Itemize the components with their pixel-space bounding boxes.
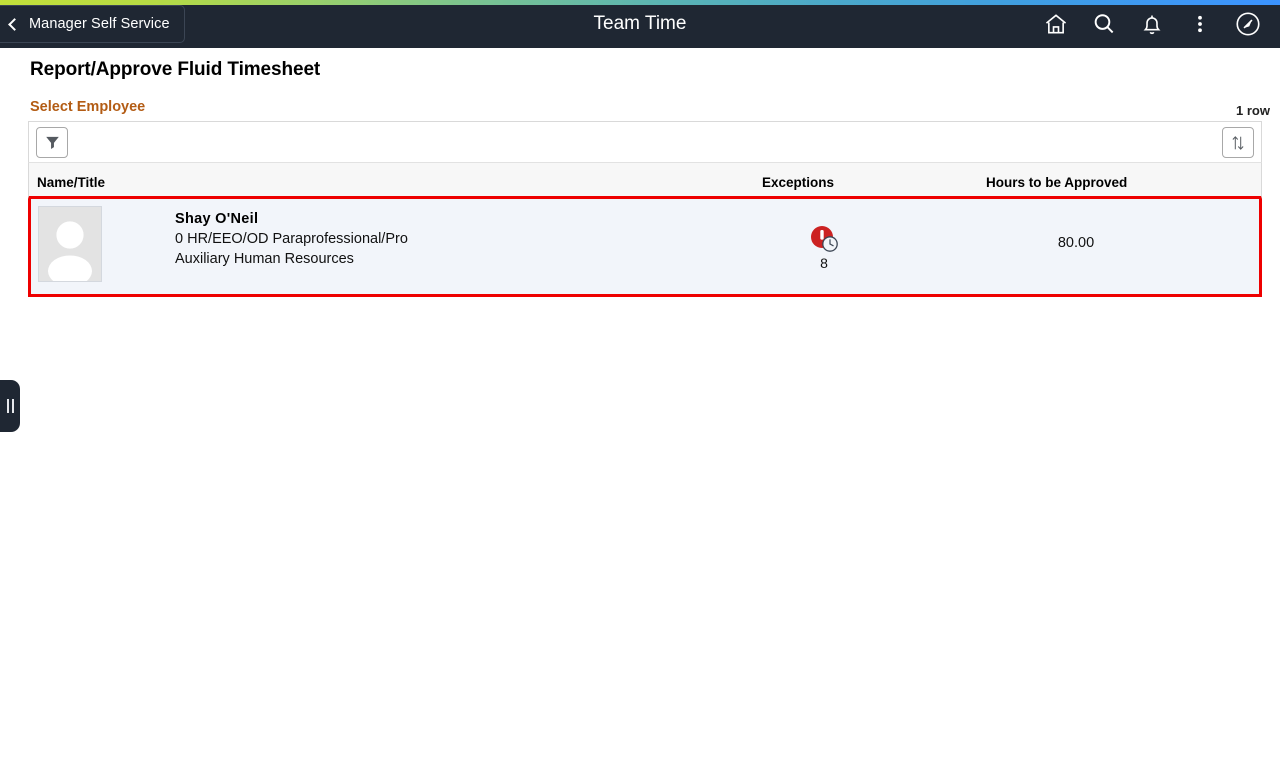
avatar (38, 206, 102, 282)
column-header-hours-to-be-approved[interactable]: Hours to be Approved (986, 174, 1127, 192)
employee-job-title: 0 HR/EEO/OD Paraprofessional/Pro (175, 231, 408, 247)
grid-column-headers: Name/Title Exceptions Hours to be Approv… (28, 162, 1262, 199)
hours-to-be-approved-value: 80.00 (1057, 235, 1095, 251)
navigator-compass-icon[interactable] (1224, 0, 1272, 48)
section-label-select-employee: Select Employee (30, 99, 146, 115)
employee-name: Shay O'Neil (175, 211, 259, 227)
back-button[interactable]: Manager Self Service (0, 5, 185, 43)
sort-button[interactable] (1222, 127, 1254, 158)
exceptions-cell: 8 (764, 225, 884, 271)
employee-info: Shay O'Neil 0 HR/EEO/OD Paraprofessional… (175, 209, 408, 269)
sort-updown-icon (1232, 135, 1244, 150)
notifications-bell-icon[interactable] (1128, 0, 1176, 48)
column-header-exceptions[interactable]: Exceptions (762, 174, 834, 192)
exception-count: 8 (820, 255, 828, 271)
column-header-name-title[interactable]: Name/Title (37, 174, 105, 192)
header-icon-group (1032, 0, 1272, 48)
filter-funnel-icon (45, 136, 59, 149)
home-icon[interactable] (1032, 0, 1080, 48)
handle-bar-left (6, 399, 9, 413)
back-button-label: Manager Self Service (29, 16, 170, 32)
collapse-panel-handle-icon[interactable] (0, 380, 20, 432)
page-title: Report/Approve Fluid Timesheet (30, 59, 321, 80)
row-count-label: 1 row (1236, 103, 1270, 118)
handle-bar-right (11, 399, 14, 413)
kebab-menu-icon[interactable] (1176, 0, 1224, 48)
grid-toolbar (28, 121, 1262, 162)
chevron-left-icon (8, 17, 21, 31)
employee-department: Auxiliary Human Resources (175, 251, 354, 267)
select-employee-grid: Name/Title Exceptions Hours to be Approv… (28, 121, 1262, 297)
exception-alert-clock-icon[interactable] (809, 225, 839, 253)
filter-button[interactable] (36, 127, 68, 158)
brand-gradient-strip (0, 0, 1280, 5)
table-row[interactable]: Shay O'Neil 0 HR/EEO/OD Paraprofessional… (28, 199, 1262, 297)
employee-photo-placeholder-icon (48, 221, 92, 281)
search-icon[interactable] (1080, 0, 1128, 48)
app-header: Manager Self Service Team Time (0, 0, 1280, 48)
